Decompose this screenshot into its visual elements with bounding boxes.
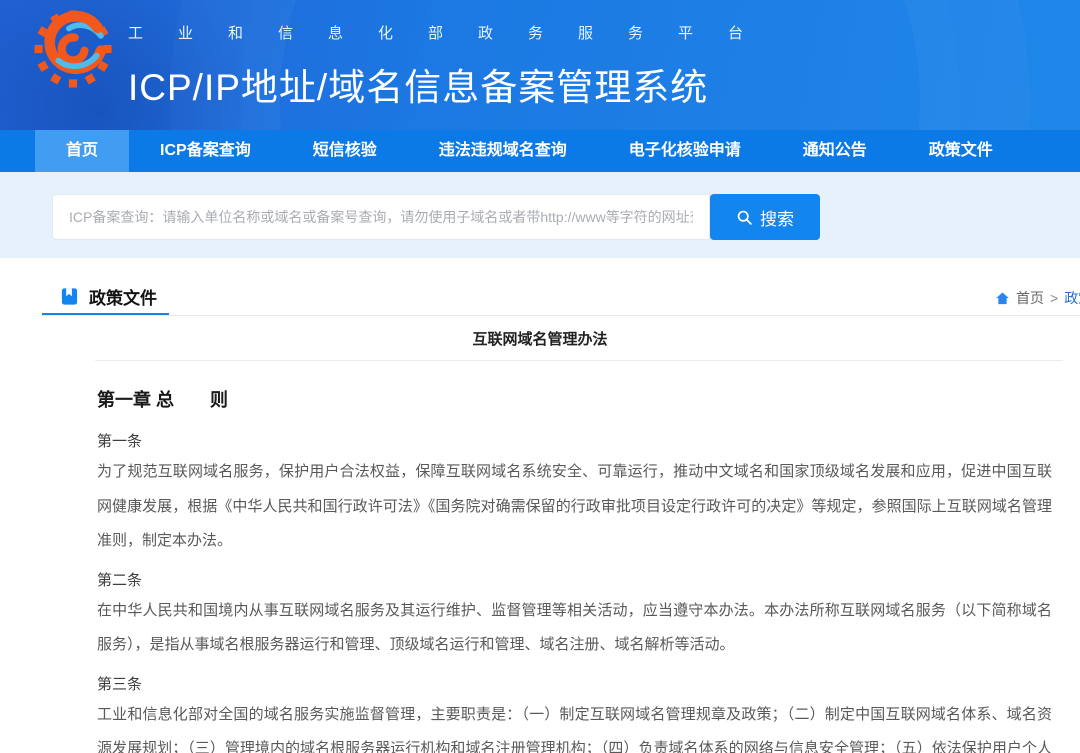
section-header: 政策文件 [60, 284, 157, 309]
nav-item-home[interactable]: 首页 [35, 130, 129, 172]
miit-gear-logo-icon[interactable] [32, 8, 114, 90]
breadcrumb-current: 政策文件 [1064, 288, 1080, 308]
chapter-heading: 第一章 总 则 [97, 386, 1052, 412]
article-3: 第三条 工业和信息化部对全国的域名服务实施监督管理，主要职责是：（一）制定互联网… [97, 672, 1052, 753]
nav-item-e-verification[interactable]: 电子化核验申请 [598, 130, 772, 172]
document-body: 第一章 总 则 第一条 为了规范互联网域名服务，保护用户合法权益，保障互联网域名… [97, 386, 1052, 753]
article-2: 第二条 在中华人民共和国境内从事互联网域名服务及其运行维护、监督管理等相关活动，… [97, 568, 1052, 663]
header-titles: 工业和信息化部政务服务平台 ICP/IP地址/域名信息备案管理系统 [128, 22, 778, 111]
site-header: 工业和信息化部政务服务平台 ICP/IP地址/域名信息备案管理系统 [0, 0, 1080, 130]
nav-item-illegal-domain-query[interactable]: 违法违规域名查询 [408, 130, 598, 172]
article-1-text: 为了规范互联网域名服务，保护用户合法权益，保障互联网域名系统安全、可靠运行，推动… [97, 455, 1052, 559]
article-2-label: 第二条 [97, 568, 1052, 594]
home-icon [995, 291, 1010, 306]
platform-title: 工业和信息化部政务服务平台 [128, 22, 778, 43]
article-1-label: 第一条 [97, 429, 1052, 455]
search-button[interactable]: 搜索 [710, 194, 820, 240]
section-divider [42, 315, 1080, 316]
article-3-label: 第三条 [97, 672, 1052, 698]
nav-item-notices[interactable]: 通知公告 [772, 130, 898, 172]
policy-book-icon [60, 287, 79, 306]
main-nav: 首页 ICP备案查询 短信核验 违法违规域名查询 电子化核验申请 通知公告 政策… [0, 130, 1080, 172]
breadcrumb: 首页 > 政策文件 [995, 288, 1080, 308]
nav-item-sms-verify[interactable]: 短信核验 [282, 130, 408, 172]
nav-item-icp-query[interactable]: ICP备案查询 [129, 130, 282, 172]
nav-item-policy-files[interactable]: 政策文件 [898, 130, 1024, 172]
article-1: 第一条 为了规范互联网域名服务，保护用户合法权益，保障互联网域名系统安全、可靠运… [97, 429, 1052, 559]
document-title-divider [95, 360, 1063, 361]
breadcrumb-home[interactable]: 首页 [1016, 288, 1044, 308]
search-button-label: 搜索 [760, 205, 794, 230]
article-3-text: 工业和信息化部对全国的域名服务实施监督管理，主要职责是：（一）制定互联网域名管理… [97, 698, 1052, 753]
article-2-text: 在中华人民共和国境内从事互联网域名服务及其运行维护、监督管理等相关活动，应当遵守… [97, 594, 1052, 663]
section-title: 政策文件 [89, 284, 157, 309]
breadcrumb-separator: > [1050, 290, 1058, 306]
document-title: 互联网域名管理办法 [0, 328, 1080, 349]
icp-search-input[interactable] [52, 194, 710, 240]
system-title: ICP/IP地址/域名信息备案管理系统 [128, 57, 778, 111]
search-section: 搜索 网站 APP 小程序 快应用 [0, 172, 1080, 258]
search-icon [736, 209, 753, 226]
